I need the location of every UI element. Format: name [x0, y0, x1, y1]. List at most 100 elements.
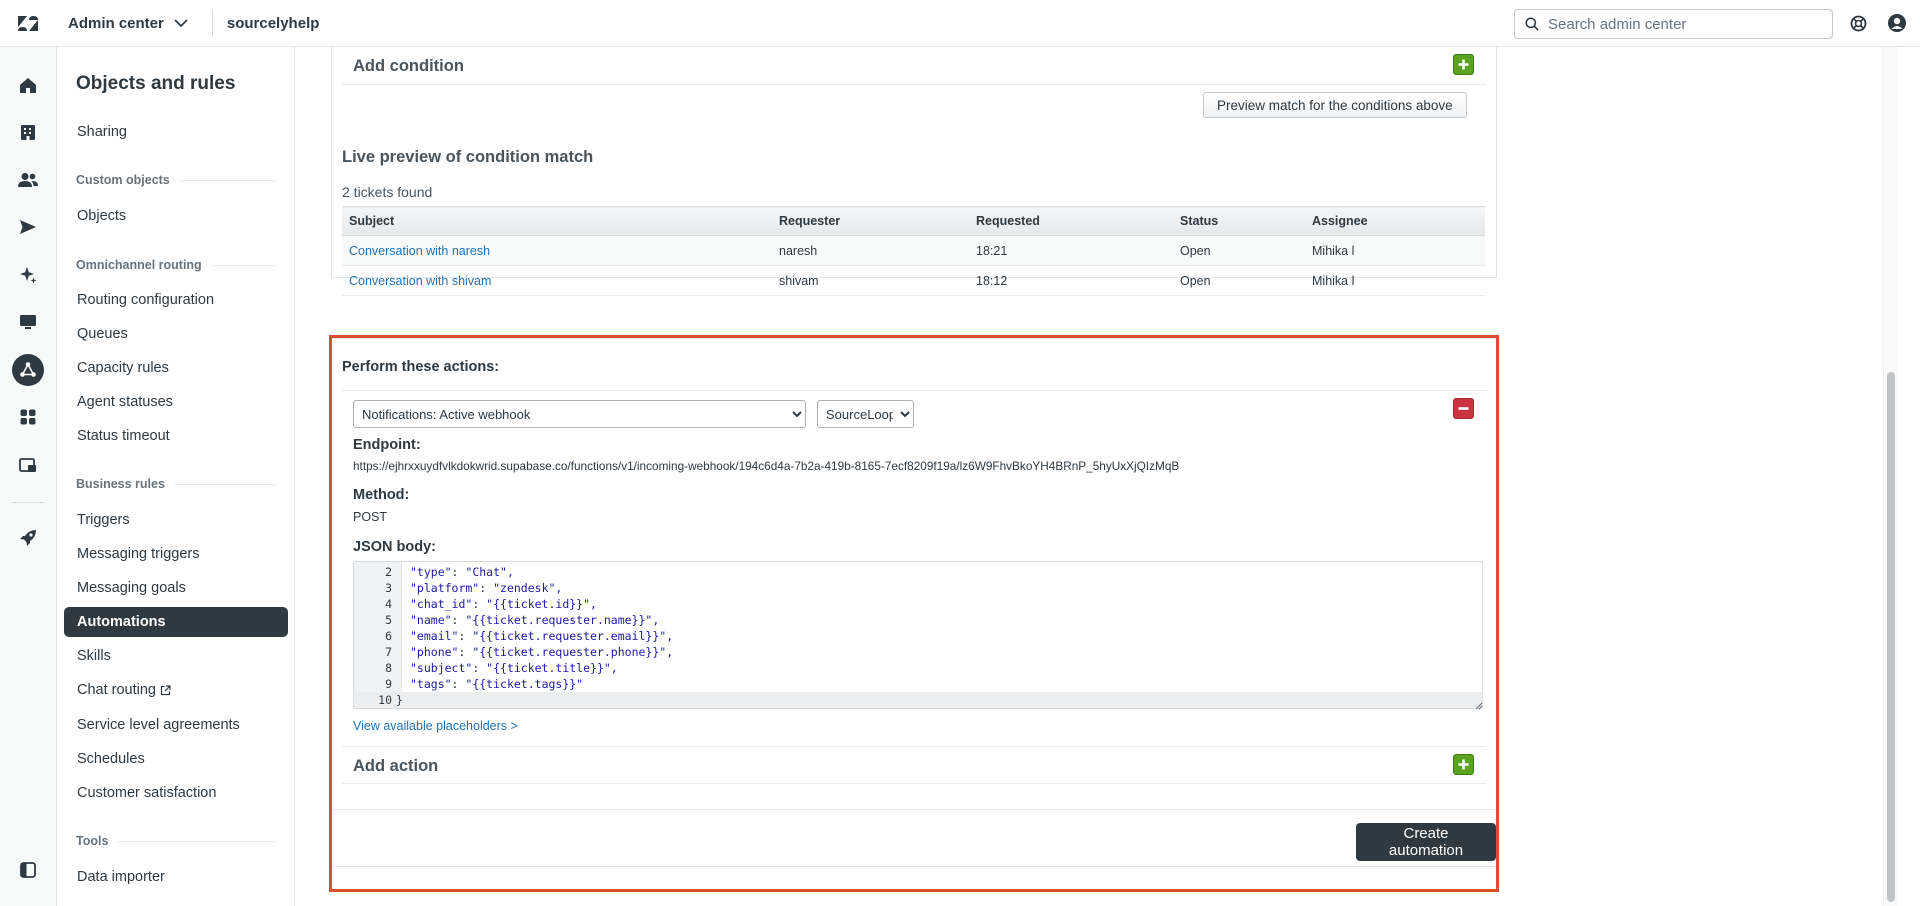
topbar-divider [211, 10, 213, 36]
scrollbar[interactable] [1883, 47, 1897, 906]
support-icon[interactable] [1848, 13, 1868, 33]
add-action-title: Add action [353, 757, 439, 775]
json-value: "Chat", [465, 565, 514, 579]
sidebar-item-status-timeout[interactable]: Status timeout [64, 421, 288, 451]
sidebar-group-omnichannel: Omnichannel routing [76, 258, 276, 272]
json-body-label: JSON body: [353, 539, 436, 555]
rocket-icon[interactable] [12, 522, 44, 554]
sidebar-item-agent-statuses[interactable]: Agent statuses [64, 387, 288, 417]
cell-subject: Conversation with naresh [342, 235, 772, 266]
col-assignee[interactable]: Assignee [1305, 206, 1485, 236]
divider [342, 390, 1486, 391]
json-value: "{{ticket.id}}", [486, 597, 597, 611]
json-key: "name" [410, 613, 452, 627]
sidebar-group-tools: Tools [76, 834, 276, 848]
col-requested[interactable]: Requested [969, 206, 1173, 236]
add-condition-button[interactable] [1453, 54, 1474, 75]
home-icon[interactable] [12, 69, 44, 101]
apps-icon[interactable] [12, 401, 44, 433]
external-link-icon [160, 684, 171, 695]
col-status[interactable]: Status [1173, 206, 1305, 236]
sidebar-item-chat-routing[interactable]: Chat routing [64, 675, 288, 705]
line-number: 6 [385, 629, 392, 643]
sidebar-item-sla[interactable]: Service level agreements [64, 710, 288, 740]
ticket-link[interactable]: Conversation with shivam [349, 274, 491, 288]
sidebar-item-schedules[interactable]: Schedules [64, 744, 288, 774]
product-switcher[interactable]: Admin center [68, 15, 188, 32]
people-icon[interactable] [12, 164, 44, 196]
json-value: "{{ticket.requester.phone}}", [472, 645, 674, 659]
sidebar-item-automations[interactable]: Automations [64, 607, 288, 637]
search-icon [1525, 17, 1539, 31]
json-colon: : [479, 581, 494, 595]
scrollbar-thumb[interactable] [1887, 372, 1895, 902]
plus-icon [1458, 59, 1469, 70]
sidebar-item-messaging-goals[interactable]: Messaging goals [64, 573, 288, 603]
code-line: 7 "phone": "{{ticket.requester.phone}}", [354, 644, 1482, 660]
sidebar-item-customer-satisfaction[interactable]: Customer satisfaction [64, 778, 288, 808]
building-icon[interactable] [12, 116, 44, 148]
sidebar-item-messaging-triggers[interactable]: Messaging triggers [64, 539, 288, 569]
monitor-icon[interactable] [12, 306, 44, 338]
cell-requester: shivam [772, 265, 969, 296]
remove-action-button[interactable] [1453, 398, 1474, 419]
sidebar-group-business-rules: Business rules [76, 477, 276, 491]
tickets-found-count: 2 tickets found [342, 184, 433, 200]
cell-assignee: Mihika l [1305, 235, 1485, 266]
avatar[interactable] [1887, 13, 1907, 33]
add-condition-title: Add condition [353, 57, 464, 75]
minus-icon [1458, 407, 1469, 410]
divider [342, 746, 1486, 747]
sparkle-icon[interactable] [12, 259, 44, 291]
sidebar-item-triggers[interactable]: Triggers [64, 505, 288, 535]
sidebar-item-skills[interactable]: Skills [64, 641, 288, 671]
action-type-select[interactable]: Notifications: Active webhook [353, 400, 806, 428]
sidebar-item-capacity-rules[interactable]: Capacity rules [64, 353, 288, 383]
line-text: "tags": "{{ticket.tags}}" [410, 677, 583, 691]
add-action-button[interactable] [1453, 754, 1474, 775]
line-text: "platform": "zendesk", [410, 581, 562, 595]
ticket-link[interactable]: Conversation with naresh [349, 244, 490, 258]
cell-requested: 18:12 [969, 265, 1173, 296]
line-text: "type": "Chat", [410, 565, 514, 579]
endpoint-value: https://ejhrxxuydfvlkdokwrid.supabase.co… [353, 459, 1180, 473]
divider [342, 783, 1486, 784]
icon-rail [0, 47, 57, 906]
chevron-down-icon [174, 19, 188, 28]
json-value: "{{ticket.tags}}" [465, 677, 584, 691]
code-line: 3 "platform": "zendesk", [354, 580, 1482, 596]
json-colon: : [458, 645, 473, 659]
sidebar-item-sharing[interactable]: Sharing [64, 117, 288, 147]
json-value: "{{ticket.title}}", [486, 661, 618, 675]
line-text: "name": "{{ticket.requester.name}}", [410, 613, 659, 627]
line-number: 7 [385, 645, 392, 659]
product-name: Admin center [68, 14, 164, 32]
create-automation-button[interactable]: Create automation [1356, 823, 1496, 861]
panel-toggle-icon[interactable] [12, 854, 44, 886]
col-subject[interactable]: Subject [342, 206, 772, 236]
sidebar-item-routing-configuration[interactable]: Routing configuration [64, 285, 288, 315]
col-requester[interactable]: Requester [772, 206, 969, 236]
json-key: "email" [410, 629, 459, 643]
resize-handle-icon[interactable] [1475, 702, 1483, 710]
zendesk-logo-icon[interactable] [0, 0, 56, 47]
line-text: "chat_id": "{{ticket.id}}", [410, 597, 597, 611]
table-header-row: Subject Requester Requested Status Assig… [342, 206, 1485, 236]
objects-rules-icon[interactable] [12, 354, 44, 386]
webhook-select[interactable]: SourceLoop [817, 400, 914, 428]
main-content: Add condition Preview match for the cond… [296, 47, 1878, 906]
sidebar-item-data-importer[interactable]: Data importer [64, 862, 288, 892]
view-placeholders-link[interactable]: View available placeholders > [353, 719, 518, 733]
account-name: sourcelyhelp [226, 14, 320, 32]
sidebar-item-queues[interactable]: Queues [64, 319, 288, 349]
line-text: "phone": "{{ticket.requester.phone}}", [410, 645, 673, 659]
sidebar-item-objects[interactable]: Objects [64, 201, 288, 231]
preview-match-button[interactable]: Preview match for the conditions above [1203, 92, 1467, 118]
line-number: 5 [385, 613, 392, 627]
search-box[interactable] [1514, 9, 1833, 39]
json-body-editor[interactable]: 2 "type": "Chat", 3 "platform": "zendesk", 4… [353, 561, 1483, 709]
workspace-icon[interactable] [12, 449, 44, 481]
send-icon[interactable] [12, 211, 44, 243]
search-input[interactable] [1548, 15, 1818, 33]
sidebar-item-label: Chat routing [77, 682, 156, 698]
